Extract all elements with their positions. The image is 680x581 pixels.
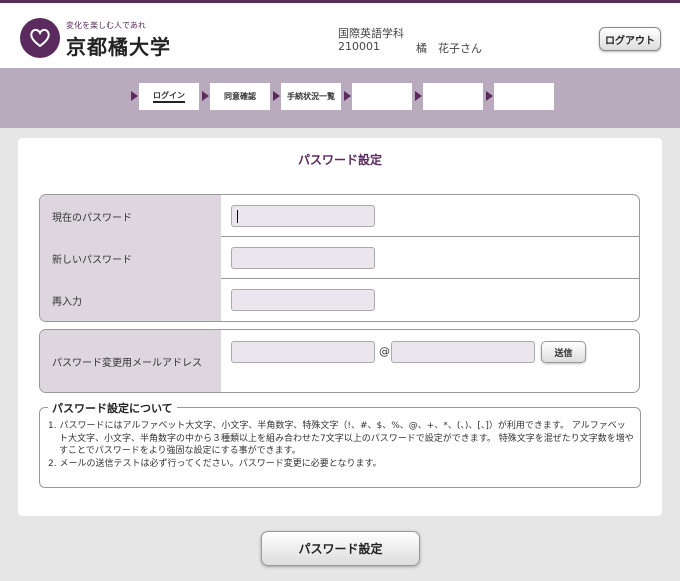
mail-local-input[interactable]: [231, 341, 375, 363]
confirm-password-row: 再入力: [40, 279, 639, 321]
current-password-label: 現在のパスワード: [40, 195, 221, 237]
step-arrow-icon: [273, 91, 280, 101]
step-arrow-icon: [131, 91, 138, 101]
step-status-list: 手続状況一覧: [281, 83, 341, 110]
note-item: 1. パスワードにはアルファベット大文字、小文字、半角数字、特殊文字（!、#、$…: [48, 421, 634, 456]
step-6: [494, 83, 554, 110]
mail-address-form: パスワード変更用メールアドレス @ 送信: [39, 329, 640, 393]
at-symbol: @: [379, 345, 390, 358]
university-name: 京都橘大学: [66, 35, 171, 59]
password-notes: パスワード設定について 1. パスワードにはアルファベット大文字、小文字、半角数…: [39, 400, 641, 488]
step-arrow-icon: [486, 91, 493, 101]
step-consent: 同意確認: [210, 83, 270, 110]
step-login: ログイン: [139, 83, 199, 110]
text-cursor: [237, 210, 238, 223]
step-5: [423, 83, 483, 110]
student-id: 210001: [338, 40, 380, 53]
university-logo: [20, 18, 60, 58]
notes-legend: パスワード設定について: [48, 400, 177, 416]
note-item: 2. メールの送信テストは必ず行ってください。パスワード変更に必要となります。: [48, 458, 382, 469]
user-name: 橘 花子さん: [416, 42, 482, 55]
current-password-input[interactable]: [231, 205, 375, 227]
mail-address-label: パスワード変更用メールアドレス: [40, 330, 221, 392]
mail-domain-input[interactable]: [391, 341, 535, 363]
department: 国際英語学科: [338, 27, 404, 40]
heart-icon: [30, 28, 50, 48]
new-password-label: 新しいパスワード: [40, 237, 221, 279]
current-password-row: 現在のパスワード: [40, 195, 639, 237]
new-password-input[interactable]: [231, 247, 375, 269]
send-button[interactable]: 送信: [541, 341, 586, 363]
confirm-password-input[interactable]: [231, 289, 375, 311]
step-arrow-icon: [202, 91, 209, 101]
notes-body: 1. パスワードにはアルファベット大文字、小文字、半角数字、特殊文字（!、#、$…: [48, 420, 634, 470]
step-arrow-icon: [344, 91, 351, 101]
password-form: 現在のパスワード 新しいパスワード 再入力: [39, 194, 640, 322]
confirm-password-label: 再入力: [40, 279, 221, 321]
header: 変化を楽しむ人であれ 京都橘大学 国際英語学科 210001 橘 花子さん ログ…: [0, 3, 680, 68]
step-4: [352, 83, 412, 110]
page-title: パスワード設定: [297, 153, 382, 167]
new-password-row: 新しいパスワード: [40, 237, 639, 279]
password-settings-card: パスワード設定 現在のパスワード 新しいパスワード 再入力 パスワード変更用メー…: [18, 138, 662, 516]
logout-button[interactable]: ログアウト: [599, 27, 661, 51]
step-progress-bar: ログイン 同意確認 手続状況一覧: [0, 68, 680, 128]
tagline: 変化を楽しむ人であれ: [66, 21, 146, 30]
step-arrow-icon: [415, 91, 422, 101]
set-password-button[interactable]: パスワード設定: [261, 531, 420, 566]
